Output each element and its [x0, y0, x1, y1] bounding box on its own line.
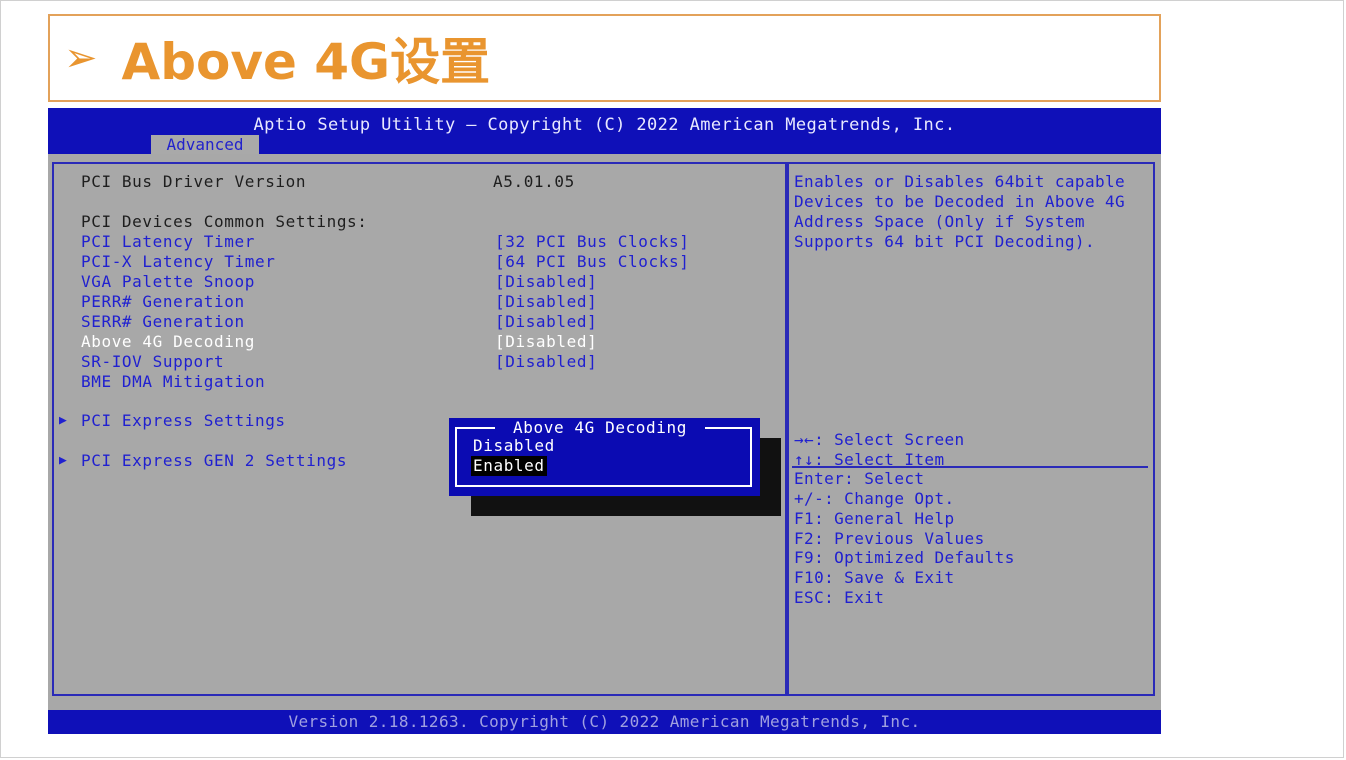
key-legend: →←: Select Screen ↑↓: Select Item Enter:… — [794, 430, 1144, 607]
key-select-item: ↑↓: Select Item — [794, 449, 945, 469]
bios-header: Aptio Setup Utility – Copyright (C) 2022… — [48, 108, 1161, 154]
vga-snoop-label[interactable]: VGA Palette Snoop — [81, 272, 255, 292]
popup-title: Above 4G Decoding — [495, 418, 705, 438]
bus-driver-value: A5.01.05 — [493, 172, 575, 191]
above-4g-decoding-value[interactable]: [Disabled] — [495, 332, 597, 352]
submenu-arrow-icon: ▶ — [59, 413, 67, 428]
bios-header-title: Aptio Setup Utility – Copyright (C) 2022… — [253, 115, 956, 135]
help-description: Enables or Disables 64bit capable Device… — [794, 172, 1126, 251]
perr-generation-label[interactable]: PERR# Generation — [81, 292, 245, 312]
key-f10: F10: Save & Exit — [794, 567, 955, 587]
slide-title: Above 4G设置 — [121, 33, 491, 91]
key-esc: ESC: Exit — [794, 587, 885, 607]
pcix-latency-value[interactable]: [64 PCI Bus Clocks] — [495, 252, 689, 272]
vga-snoop-value[interactable]: [Disabled] — [495, 272, 597, 292]
key-f1: F1: General Help — [794, 508, 955, 528]
latency-timer-value[interactable]: [32 PCI Bus Clocks] — [495, 232, 689, 252]
bios-setup-screen: Aptio Setup Utility – Copyright (C) 2022… — [48, 108, 1161, 734]
popup-option-disabled[interactable]: Disabled — [471, 436, 557, 456]
pcie-gen2-settings-link[interactable]: PCI Express GEN 2 Settings — [81, 451, 347, 471]
key-f9: F9: Optimized Defaults — [794, 548, 1015, 568]
key-enter: Enter: Select — [794, 469, 925, 489]
perr-generation-value[interactable]: [Disabled] — [495, 292, 597, 312]
popup-option-enabled[interactable]: Enabled — [471, 456, 547, 476]
key-select-screen: →←: Select Screen — [794, 430, 965, 449]
bios-footer: Version 2.18.1263. Copyright (C) 2022 Am… — [48, 710, 1161, 734]
bios-body: PCI Bus Driver Version A5.01.05 PCI Devi… — [48, 154, 1161, 710]
key-f2: F2: Previous Values — [794, 528, 985, 548]
pcix-latency-label[interactable]: PCI-X Latency Timer — [81, 252, 275, 272]
common-settings-heading: PCI Devices Common Settings: — [81, 212, 368, 231]
serr-generation-value[interactable]: [Disabled] — [495, 312, 597, 332]
above-4g-decoding-label[interactable]: Above 4G Decoding — [81, 332, 255, 352]
sriov-support-label[interactable]: SR-IOV Support — [81, 352, 224, 372]
arrow-bullet-icon: ➢ — [64, 35, 98, 81]
pcie-settings-link[interactable]: PCI Express Settings — [81, 411, 286, 431]
bus-driver-label: PCI Bus Driver Version — [81, 172, 307, 191]
option-popup: Above 4G Decoding Disabled Enabled — [449, 418, 760, 496]
sriov-support-value[interactable]: [Disabled] — [495, 352, 597, 372]
tab-advanced[interactable]: Advanced — [151, 135, 259, 154]
key-change-opt: +/-: Change Opt. — [794, 489, 955, 509]
latency-timer-label[interactable]: PCI Latency Timer — [81, 232, 255, 252]
bme-dma-label[interactable]: BME DMA Mitigation — [81, 372, 265, 392]
slide-title-box: ➢ Above 4G设置 — [48, 14, 1161, 102]
serr-generation-label[interactable]: SERR# Generation — [81, 312, 245, 332]
submenu-arrow-icon: ▶ — [59, 453, 67, 468]
